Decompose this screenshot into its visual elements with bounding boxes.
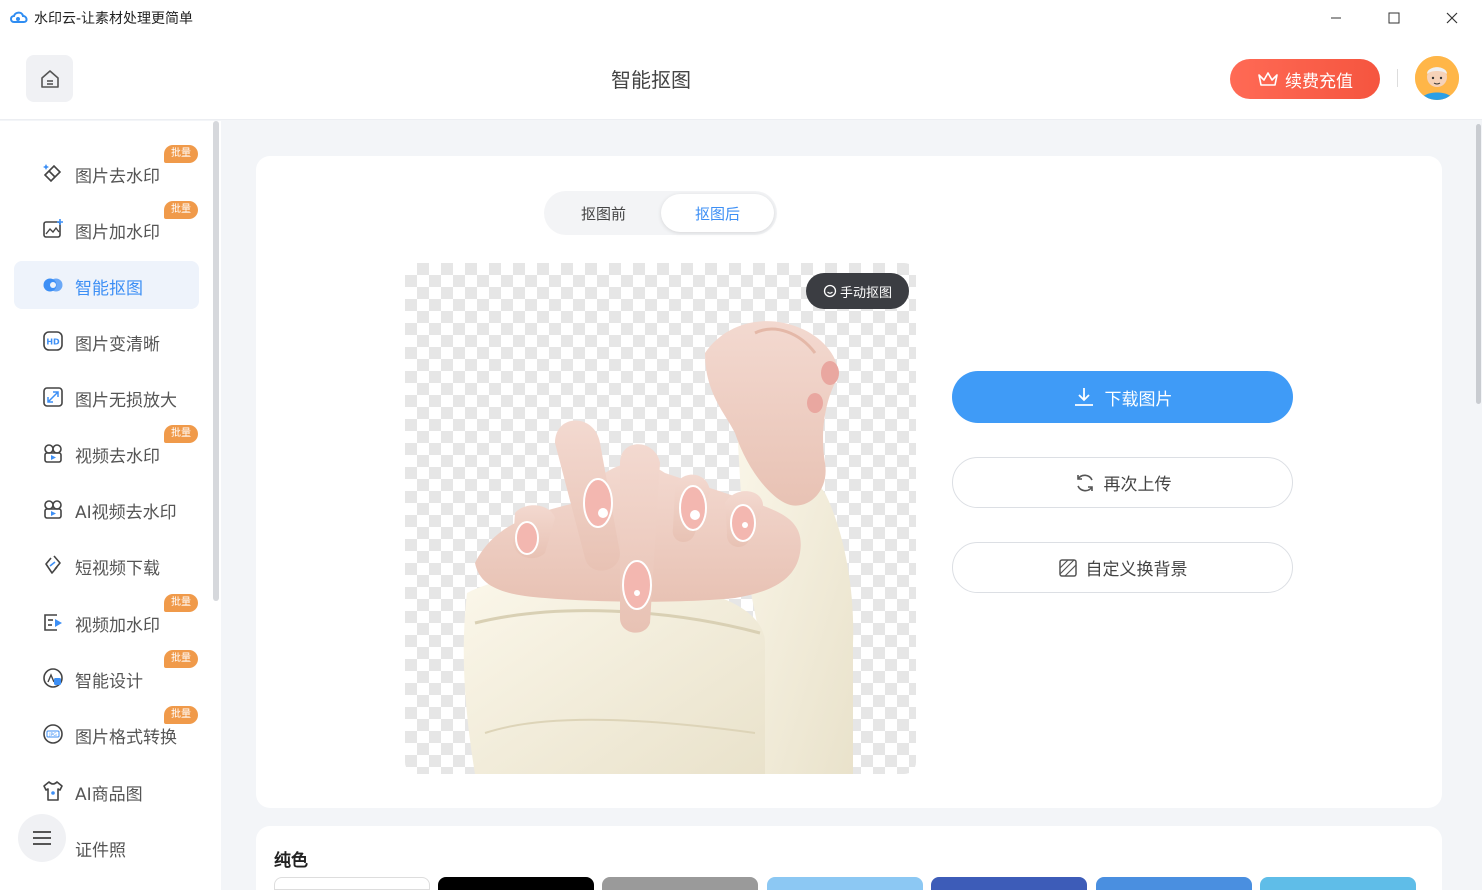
sidebar-item-image-format-convert[interactable]: JPG 图片格式转换 批量 (14, 706, 199, 758)
sidebar-item-label: 视频去水印 (75, 447, 160, 467)
color-swatch[interactable] (602, 877, 758, 890)
svg-text:JPG: JPG (48, 732, 57, 738)
color-swatch[interactable] (1260, 877, 1416, 890)
download-icon (1074, 388, 1093, 406)
user-avatar-icon (1415, 56, 1459, 100)
sidebar: 图片去水印 批量 图片加水印 批量 智能抠图 HD 图片变清晰 图片无损放大 视… (0, 121, 221, 890)
sidebar-item-lossless-enlarge[interactable]: 图片无损放大 (14, 373, 199, 421)
app-title: 水印云-让素材处理更简单 (34, 11, 194, 27)
sidebar-item-label: 视频加水印 (75, 616, 160, 636)
link-icon (45, 555, 61, 574)
menu-icon (33, 831, 51, 845)
sidebar-item-label: 图片变清晰 (75, 335, 160, 355)
download-image-label: 下载图片 (1104, 389, 1173, 410)
home-button[interactable] (26, 55, 73, 102)
video-add-icon (44, 614, 62, 631)
sidebar-item-add-video-watermark[interactable]: 视频加水印 批量 (14, 594, 199, 646)
design-icon (43, 668, 63, 688)
sidebar-item-label: 证件照 (75, 841, 126, 861)
batch-badge: 批量 (164, 594, 198, 612)
ai-video-eraser-icon (44, 500, 62, 519)
minimize-button[interactable] (1308, 0, 1364, 36)
hd-icon: HD (43, 331, 63, 351)
color-swatch[interactable] (438, 877, 594, 890)
hand-cutout-image (463, 321, 854, 774)
sidebar-item-label: 智能抠图 (75, 279, 143, 299)
sidebar-item-smart-design[interactable]: 智能设计 批量 (14, 650, 199, 702)
color-swatch[interactable] (274, 877, 430, 890)
sidebar-scrollbar[interactable] (213, 121, 219, 601)
video-eraser-icon (44, 444, 62, 463)
batch-badge: 批量 (164, 706, 198, 724)
collapse-menu-button[interactable] (18, 814, 66, 862)
color-swatch[interactable] (767, 877, 923, 890)
image-add-icon (43, 219, 63, 238)
sidebar-item-ai-product-image[interactable]: AI商品图 (14, 767, 199, 815)
maximize-icon (1388, 12, 1400, 24)
before-after-toggle: 抠图前 抠图后 (544, 191, 777, 235)
crown-icon (1258, 72, 1278, 86)
sidebar-item-remove-video-watermark[interactable]: 视频去水印 批量 (14, 425, 199, 477)
batch-badge: 批量 (164, 145, 198, 163)
refresh-icon (1076, 474, 1093, 491)
cutout-preview-image (405, 263, 916, 774)
close-button[interactable] (1424, 0, 1480, 36)
svg-text:HD: HD (46, 338, 60, 347)
shirt-icon (43, 781, 63, 801)
renew-vip-button[interactable]: 续费充值 (1230, 59, 1380, 99)
sidebar-item-label: 图片加水印 (75, 223, 160, 243)
smile-icon (823, 284, 837, 298)
batch-badge: 批量 (164, 425, 198, 443)
custom-background-button[interactable]: 自定义换背景 (952, 542, 1293, 593)
sidebar-item-remove-image-watermark[interactable]: 图片去水印 批量 (14, 145, 199, 197)
header: 智能抠图 续费充值 (0, 36, 1482, 120)
avatar[interactable] (1415, 56, 1459, 100)
sidebar-item-ai-remove-video-watermark[interactable]: AI视频去水印 (14, 485, 199, 533)
eraser-icon (43, 164, 62, 183)
cloud-logo-icon (10, 11, 28, 23)
reupload-button[interactable]: 再次上传 (952, 457, 1293, 508)
manual-cutout-button[interactable]: 手动抠图 (806, 273, 909, 309)
minimize-icon (1331, 17, 1341, 19)
title-bar: 水印云-让素材处理更简单 (0, 0, 1482, 36)
home-icon (40, 69, 59, 88)
color-swatch[interactable] (1096, 877, 1252, 890)
background-edit-icon (1058, 558, 1077, 577)
sidebar-item-label: 图片格式转换 (75, 728, 177, 748)
color-swatch[interactable] (931, 877, 1087, 890)
close-icon (1446, 12, 1458, 24)
sidebar-item-label: 图片无损放大 (75, 391, 177, 411)
solid-color-heading: 纯色 (274, 851, 308, 871)
renew-vip-label: 续费充值 (1285, 71, 1353, 92)
main-scrollbar[interactable] (1476, 124, 1481, 404)
sidebar-item-image-enhance[interactable]: HD 图片变清晰 (14, 317, 199, 365)
sidebar-item-short-video-download[interactable]: 短视频下载 (14, 541, 199, 589)
reupload-label: 再次上传 (1103, 475, 1172, 495)
sidebar-item-label: 智能设计 (75, 672, 143, 692)
maximize-button[interactable] (1366, 0, 1422, 36)
sidebar-item-label: AI视频去水印 (75, 503, 177, 523)
batch-badge: 批量 (164, 650, 198, 668)
custom-background-label: 自定义换背景 (1085, 560, 1188, 580)
tab-after-cutout[interactable]: 抠图后 (661, 194, 774, 232)
manual-cutout-label: 手动抠图 (839, 285, 892, 301)
sidebar-item-smart-cutout[interactable]: 智能抠图 (14, 261, 199, 309)
header-divider (1397, 69, 1398, 87)
download-image-button[interactable]: 下载图片 (952, 371, 1293, 423)
sidebar-item-add-image-watermark[interactable]: 图片加水印 批量 (14, 201, 199, 253)
page-title: 智能抠图 (611, 68, 691, 92)
batch-badge: 批量 (164, 201, 198, 219)
jpg-convert-icon: JPG (43, 724, 63, 744)
cutout-icon (43, 278, 63, 292)
sidebar-item-label: AI商品图 (75, 785, 143, 805)
tab-before-cutout[interactable]: 抠图前 (547, 194, 660, 232)
sidebar-item-label: 图片去水印 (75, 167, 160, 187)
sidebar-item-label: 短视频下载 (75, 559, 160, 579)
enlarge-icon (43, 387, 63, 407)
